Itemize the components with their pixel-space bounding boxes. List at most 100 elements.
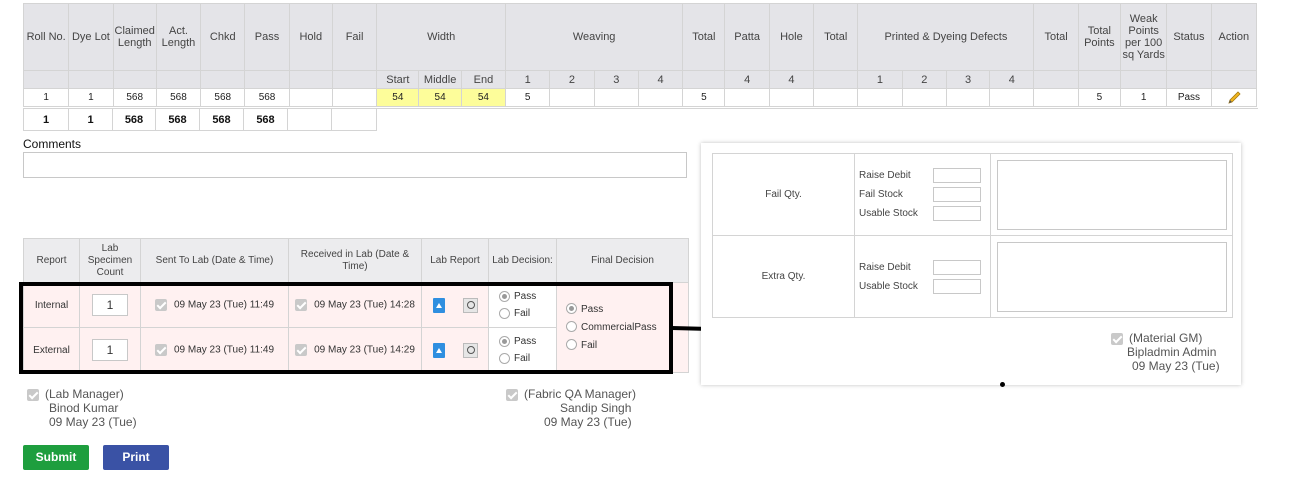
signature-name: Binod Kumar bbox=[49, 401, 119, 415]
total-claimed-length: 568 bbox=[112, 108, 156, 131]
cell-printed-4 bbox=[989, 88, 1035, 107]
signature-name: Bipladmin Admin bbox=[1127, 345, 1217, 359]
cell-hole bbox=[768, 88, 815, 107]
comments-textarea[interactable] bbox=[23, 152, 687, 178]
extra-qty-remarks-cell bbox=[990, 235, 1233, 318]
cell-action bbox=[1210, 88, 1258, 107]
extra-qty-row: Extra Qty. Raise Debit Usable Stock bbox=[712, 235, 1233, 318]
cell-width-middle: 54 bbox=[418, 88, 462, 107]
cell-printed-1 bbox=[857, 88, 903, 107]
lab-header-final: Final Decision bbox=[556, 238, 689, 283]
header-hole: Hole bbox=[768, 3, 815, 71]
cell-claimed-length: 568 bbox=[112, 88, 157, 107]
sub-blank bbox=[200, 70, 246, 89]
header-action: Action bbox=[1210, 3, 1258, 71]
header-pass: Pass bbox=[244, 3, 290, 71]
raise-debit-input[interactable] bbox=[933, 259, 981, 275]
sub-blank bbox=[288, 70, 333, 89]
raise-debit-input[interactable] bbox=[933, 168, 981, 183]
usable-stock-label: Usable Stock bbox=[859, 208, 918, 219]
header-total: Total bbox=[682, 3, 726, 71]
lab-header-lab-report: Lab Report bbox=[421, 238, 489, 283]
checkbox-icon[interactable] bbox=[1111, 332, 1123, 345]
signature-date: 09 May 23 (Tue) bbox=[49, 415, 137, 429]
signature-role: (Material GM) bbox=[1129, 331, 1203, 345]
header-patta: Patta bbox=[724, 3, 770, 71]
cell-total-points: 5 bbox=[1077, 88, 1122, 107]
fail-qty-remarks-textarea[interactable] bbox=[996, 159, 1227, 230]
extra-qty-label: Extra Qty. bbox=[712, 235, 855, 318]
sub-blank bbox=[155, 70, 202, 89]
total-act-length: 568 bbox=[155, 108, 200, 131]
cell-width-end: 54 bbox=[460, 88, 507, 107]
sub-weaving-3: 3 bbox=[593, 70, 639, 89]
header-roll-no: Roll No. bbox=[22, 3, 70, 71]
lab-header-report: Report bbox=[23, 238, 80, 283]
usable-stock-input[interactable] bbox=[933, 206, 981, 221]
quantity-table: Fail Qty. Raise Debit Fail Stock Usable … bbox=[712, 153, 1233, 318]
fail-qty-remarks-cell bbox=[990, 153, 1233, 236]
sub-blank bbox=[1119, 70, 1168, 89]
sub-blank bbox=[331, 70, 378, 89]
usable-stock-input[interactable] bbox=[933, 278, 981, 294]
cell-printed-3 bbox=[945, 88, 991, 107]
cell-total-2 bbox=[813, 88, 859, 107]
sub-width-middle: Middle bbox=[418, 70, 462, 89]
cell-chkd: 568 bbox=[200, 88, 246, 107]
header-width: Width bbox=[376, 3, 507, 71]
sub-blank bbox=[1210, 70, 1258, 89]
header-fail: Fail bbox=[331, 3, 378, 71]
sub-width-start: Start bbox=[376, 70, 420, 89]
fail-stock-label: Fail Stock bbox=[859, 189, 903, 200]
header-claimed-length: Claimed Length bbox=[112, 3, 157, 71]
sub-blank bbox=[112, 70, 157, 89]
extra-qty-remarks-textarea[interactable] bbox=[996, 241, 1227, 312]
sub-blank bbox=[68, 70, 114, 89]
total-dye-lot: 1 bbox=[68, 108, 113, 131]
highlight-box bbox=[19, 282, 673, 374]
cell-weaving-1: 5 bbox=[505, 88, 551, 107]
signature-role: (Fabric QA Manager) bbox=[524, 387, 637, 401]
sub-printed-1: 1 bbox=[857, 70, 903, 89]
lab-header-sent: Sent To Lab (Date & Time) bbox=[140, 238, 289, 283]
header-act-length: Act. Length bbox=[155, 3, 202, 71]
sub-blank bbox=[682, 70, 726, 89]
comments-label: Comments bbox=[23, 137, 82, 151]
cell-fail bbox=[331, 88, 378, 107]
header-weaving: Weaving bbox=[505, 3, 684, 71]
print-button[interactable]: Print bbox=[103, 445, 169, 470]
signature-date: 09 May 23 (Tue) bbox=[1132, 359, 1220, 373]
total-roll-no: 1 bbox=[23, 108, 69, 131]
signature-name: Sandip Singh bbox=[560, 401, 632, 415]
submit-button[interactable]: Submit bbox=[23, 445, 89, 470]
total-rest bbox=[376, 108, 1258, 131]
sub-printed-2: 2 bbox=[901, 70, 947, 89]
cell-total-3 bbox=[1033, 88, 1079, 107]
header-weak-points: Weak Points per 100 sq Yards bbox=[1119, 3, 1168, 71]
sub-blank bbox=[813, 70, 859, 89]
cell-weak-points: 1 bbox=[1119, 88, 1168, 107]
cell-total: 5 bbox=[682, 88, 726, 107]
cell-weaving-4 bbox=[637, 88, 684, 107]
header-total-3: Total bbox=[1033, 3, 1079, 71]
cell-act-length: 568 bbox=[155, 88, 202, 107]
sub-weaving-4: 4 bbox=[637, 70, 684, 89]
pencil-icon[interactable] bbox=[1226, 90, 1242, 106]
fail-qty-label: Fail Qty. bbox=[712, 153, 855, 236]
header-chkd: Chkd bbox=[200, 3, 246, 71]
total-pass: 568 bbox=[243, 108, 288, 131]
checkbox-icon[interactable] bbox=[506, 388, 518, 401]
lab-header-received: Received in Lab (Date & Time) bbox=[288, 238, 422, 283]
signature-role: (Lab Manager) bbox=[45, 387, 124, 401]
sub-blank bbox=[1033, 70, 1079, 89]
sub-printed-3: 3 bbox=[945, 70, 991, 89]
raise-debit-label: Raise Debit bbox=[859, 170, 911, 181]
checkbox-icon[interactable] bbox=[27, 388, 39, 401]
marker-dot bbox=[1000, 382, 1005, 387]
sub-width-end: End bbox=[460, 70, 507, 89]
totals-row-table: 1 1 568 568 568 568 bbox=[23, 108, 1258, 131]
cell-printed-2 bbox=[901, 88, 947, 107]
fail-stock-input[interactable] bbox=[933, 187, 981, 202]
sub-weaving-1: 1 bbox=[505, 70, 551, 89]
cell-weaving-2 bbox=[549, 88, 595, 107]
